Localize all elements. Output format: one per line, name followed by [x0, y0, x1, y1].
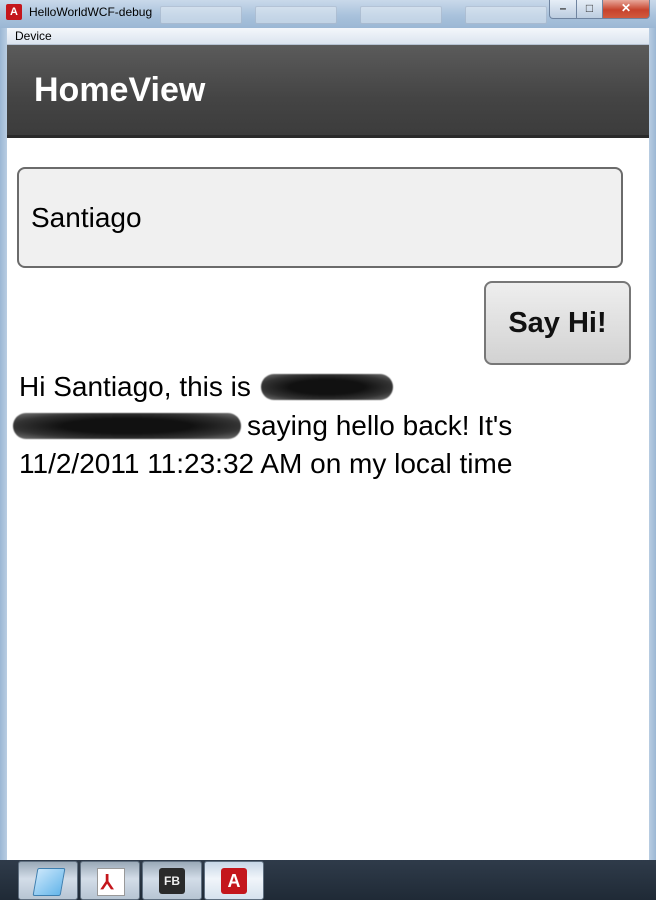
response-text: Hi Santiago, this is saying hello back! … — [13, 368, 619, 484]
taskbar-button-adobe-air[interactable]: A — [204, 861, 264, 900]
view-title: HomeView — [34, 71, 206, 109]
menu-bar: Device — [7, 28, 649, 45]
ghost-tab — [360, 6, 442, 24]
minimize-icon: – — [559, 1, 567, 15]
say-hi-button[interactable]: Say Hi! — [484, 281, 631, 365]
taskbar-button-pdf[interactable]: ⅄ — [80, 861, 140, 900]
minimize-button[interactable]: – — [549, 0, 577, 19]
ghost-tab — [160, 6, 242, 24]
pdf-icon: ⅄ — [97, 868, 125, 896]
view-content: Say Hi! Hi Santiago, this is saying hell… — [7, 138, 649, 860]
flash-builder-icon: FB — [159, 868, 185, 894]
window-title: HelloWorldWCF-debug — [29, 5, 153, 19]
window-controls: – □ ✕ — [549, 0, 650, 20]
ghost-tab — [465, 6, 547, 24]
taskbar-button-flash-builder[interactable]: FB — [142, 861, 202, 900]
close-icon: ✕ — [620, 1, 632, 15]
close-button[interactable]: ✕ — [603, 0, 650, 19]
ghost-tab — [255, 6, 337, 24]
maximize-button[interactable]: □ — [577, 0, 603, 19]
redacted-service-name — [13, 412, 241, 439]
taskbar: ⅄ FB A — [0, 860, 656, 900]
menu-device[interactable]: Device — [15, 29, 52, 43]
window-frame-left — [0, 28, 7, 860]
maximize-icon: □ — [585, 1, 594, 15]
redacted-service-name — [260, 374, 393, 400]
view-header: HomeView — [7, 45, 649, 138]
taskbar-button-notepad[interactable] — [18, 861, 78, 900]
response-part1: Hi Santiago, this is — [19, 371, 251, 402]
notepad-icon — [32, 868, 66, 896]
window-frame-right — [649, 28, 656, 860]
response-part3: 11/2/2011 11:23:32 AM on my local time — [19, 448, 513, 479]
adobe-air-icon: A — [221, 868, 247, 894]
window-title-bar[interactable]: A HelloWorldWCF-debug – □ ✕ — [0, 0, 656, 28]
name-input[interactable] — [17, 167, 623, 268]
response-part2: saying hello back! It's — [247, 409, 513, 441]
adobe-air-app-icon: A — [6, 4, 22, 20]
